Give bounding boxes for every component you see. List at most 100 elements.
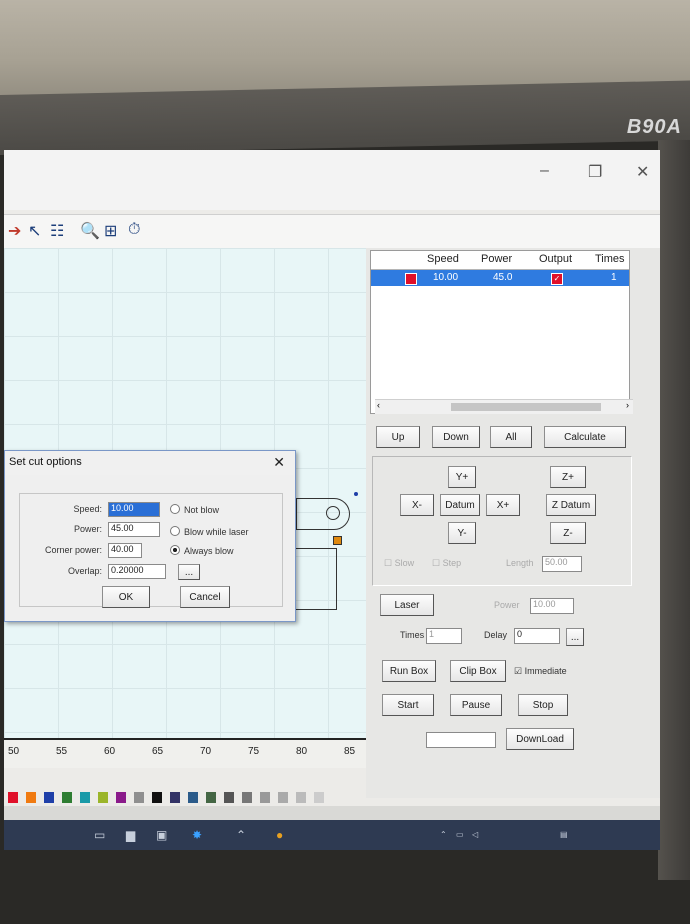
x-plus-button[interactable]: X+ — [486, 494, 520, 516]
laser-power-label: Power — [494, 600, 520, 610]
layer-list[interactable]: Speed Power Output Times 10.00 45.0 ✓ 1 … — [370, 250, 633, 414]
z-plus-button[interactable]: Z+ — [550, 466, 586, 488]
screen: – ❐ ✕ ➔ ↖ ☷ 🔍 ⊞ ⏱ 50 55 60 65 70 75 80 8… — [4, 150, 660, 850]
palette-swatch[interactable] — [26, 792, 36, 803]
grid-icon[interactable]: ☷ — [50, 221, 64, 241]
y-plus-button[interactable]: Y+ — [448, 466, 476, 488]
palette-swatch[interactable] — [224, 792, 234, 803]
slow-checkbox[interactable]: ☐ Slow — [384, 558, 414, 569]
notification-icon[interactable]: ▤ — [560, 830, 568, 839]
delay-input[interactable]: 0 — [514, 628, 560, 644]
step-checkbox[interactable]: ☐ Step — [432, 558, 461, 569]
palette-swatch[interactable] — [314, 792, 324, 803]
speed-input[interactable]: 10.00 — [108, 502, 160, 517]
palette-swatch[interactable] — [278, 792, 288, 803]
restore-button[interactable]: ❐ — [588, 162, 602, 182]
x-minus-button[interactable]: X- — [400, 494, 434, 516]
calculate-button[interactable]: Calculate — [544, 426, 626, 448]
not-blow-radio[interactable]: Not blow — [170, 504, 219, 515]
palette-swatch[interactable] — [206, 792, 216, 803]
scale-icon[interactable]: ⊞ — [104, 221, 117, 241]
dialog-close-button[interactable]: ✕ — [273, 454, 285, 471]
palette-swatch[interactable] — [116, 792, 126, 803]
timer-icon[interactable]: ⏱ — [128, 221, 140, 239]
palette-swatch[interactable] — [134, 792, 144, 803]
cancel-button[interactable]: Cancel — [180, 586, 230, 608]
store-icon[interactable]: ▣ — [156, 828, 167, 842]
node-edit-icon[interactable]: ↖ — [28, 221, 41, 241]
clip-box-button[interactable]: Clip Box — [450, 660, 506, 682]
preview-icon[interactable]: 🔍 — [80, 221, 100, 241]
scroll-right-icon[interactable]: › — [626, 400, 629, 410]
times-input[interactable]: 1 — [426, 628, 462, 644]
times-label: Times — [400, 630, 425, 640]
immediate-checkbox[interactable]: ☑ Immediate — [514, 666, 567, 677]
always-blow-radio[interactable]: Always blow — [170, 545, 234, 556]
arrow-icon[interactable]: ➔ — [8, 221, 21, 241]
task-view-icon[interactable]: ▭ — [94, 828, 105, 842]
overlap-label: Overlap: — [67, 566, 102, 576]
blow-while-laser-radio[interactable]: Blow while laser — [170, 526, 249, 537]
set-cut-options-dialog: Set cut options ✕ Speed: 10.00 Power: 45… — [4, 450, 296, 622]
minimize-button[interactable]: – — [540, 162, 549, 180]
cut-hole[interactable] — [326, 506, 340, 520]
down-button[interactable]: Down — [432, 426, 480, 448]
header-power: Power — [481, 253, 513, 265]
volume-icon[interactable]: ◁ — [472, 830, 478, 839]
cut-path[interactable] — [296, 548, 337, 610]
layer-list-header: Speed Power Output Times — [371, 251, 629, 270]
ruler-tick: 60 — [104, 746, 116, 757]
stop-button[interactable]: Stop — [518, 694, 568, 716]
start-button[interactable]: Start — [382, 694, 434, 716]
chevron-up-icon[interactable]: ⌃ — [236, 828, 246, 842]
tray-chevron-icon[interactable]: ⌃ — [440, 830, 447, 839]
run-box-button[interactable]: Run Box — [382, 660, 436, 682]
cut-options-group: Speed: 10.00 Power: 45.00 Corner power: … — [19, 493, 283, 608]
laser-button[interactable]: Laser — [380, 594, 434, 616]
z-minus-button[interactable]: Z- — [550, 522, 586, 544]
output-checkbox[interactable]: ✓ — [551, 273, 563, 285]
download-target-input[interactable] — [426, 732, 496, 748]
pause-button[interactable]: Pause — [450, 694, 502, 716]
layer-scrollbar[interactable]: ‹ › — [375, 399, 633, 414]
layer-times: 1 — [611, 272, 617, 283]
delay-more-button[interactable]: ... — [566, 628, 584, 646]
color-palette — [4, 790, 660, 806]
close-button[interactable]: ✕ — [636, 162, 649, 182]
overlap-input[interactable]: 0.20000 — [108, 564, 166, 579]
palette-swatch[interactable] — [242, 792, 252, 803]
download-button[interactable]: DownLoad — [506, 728, 574, 750]
palette-swatch[interactable] — [8, 792, 18, 803]
app-icon[interactable]: ✸ — [192, 828, 202, 842]
palette-swatch[interactable] — [188, 792, 198, 803]
palette-swatch[interactable] — [260, 792, 270, 803]
layer-color-swatch[interactable] — [405, 273, 417, 285]
layer-speed: 10.00 — [433, 272, 459, 283]
palette-swatch[interactable] — [98, 792, 108, 803]
all-button[interactable]: All — [490, 426, 532, 448]
palette-swatch[interactable] — [44, 792, 54, 803]
browser-icon[interactable]: ● — [276, 828, 283, 842]
corner-power-input[interactable]: 40.00 — [108, 543, 142, 558]
overlap-more-button[interactable]: ... — [178, 564, 200, 580]
palette-swatch[interactable] — [80, 792, 90, 803]
layer-row[interactable]: 10.00 45.0 ✓ 1 — [371, 270, 629, 286]
monitor-brand: B90A — [626, 116, 682, 138]
palette-swatch[interactable] — [296, 792, 306, 803]
palette-swatch[interactable] — [62, 792, 72, 803]
z-datum-button[interactable]: Z Datum — [546, 494, 596, 516]
network-icon[interactable]: ▭ — [456, 830, 464, 839]
length-input[interactable]: 50.00 — [542, 556, 582, 572]
power-input[interactable]: 45.00 — [108, 522, 160, 537]
cut-shape[interactable] — [296, 498, 350, 530]
y-minus-button[interactable]: Y- — [448, 522, 476, 544]
scroll-thumb[interactable] — [451, 403, 601, 411]
scroll-left-icon[interactable]: ‹ — [377, 400, 380, 410]
laser-power-input[interactable]: 10.00 — [530, 598, 574, 614]
ok-button[interactable]: OK — [102, 586, 150, 608]
palette-swatch[interactable] — [152, 792, 162, 803]
palette-swatch[interactable] — [170, 792, 180, 803]
explorer-icon[interactable]: ▆ — [126, 828, 135, 842]
up-button[interactable]: Up — [376, 426, 420, 448]
datum-button[interactable]: Datum — [440, 494, 480, 516]
